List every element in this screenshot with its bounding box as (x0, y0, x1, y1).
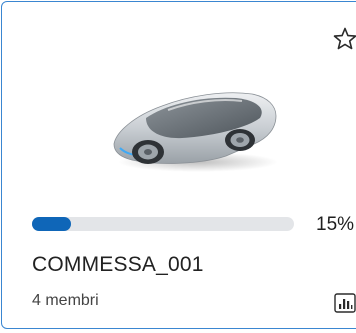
project-card[interactable]: 15% COMMESSA_001 4 membri (1, 1, 356, 329)
progress-percent: 15% (316, 214, 355, 235)
favorite-button[interactable] (332, 26, 356, 52)
member-count: 4 membri (32, 292, 99, 309)
bar-chart-icon (334, 293, 356, 313)
star-outline-icon (333, 27, 356, 50)
statistics-button[interactable] (334, 293, 356, 313)
progress-bar (32, 217, 294, 231)
progress-track (32, 217, 294, 231)
project-title[interactable]: COMMESSA_001 (32, 253, 204, 277)
project-thumbnail[interactable] (106, 70, 282, 174)
concept-car-image (113, 92, 278, 172)
progress-fill (32, 217, 72, 231)
